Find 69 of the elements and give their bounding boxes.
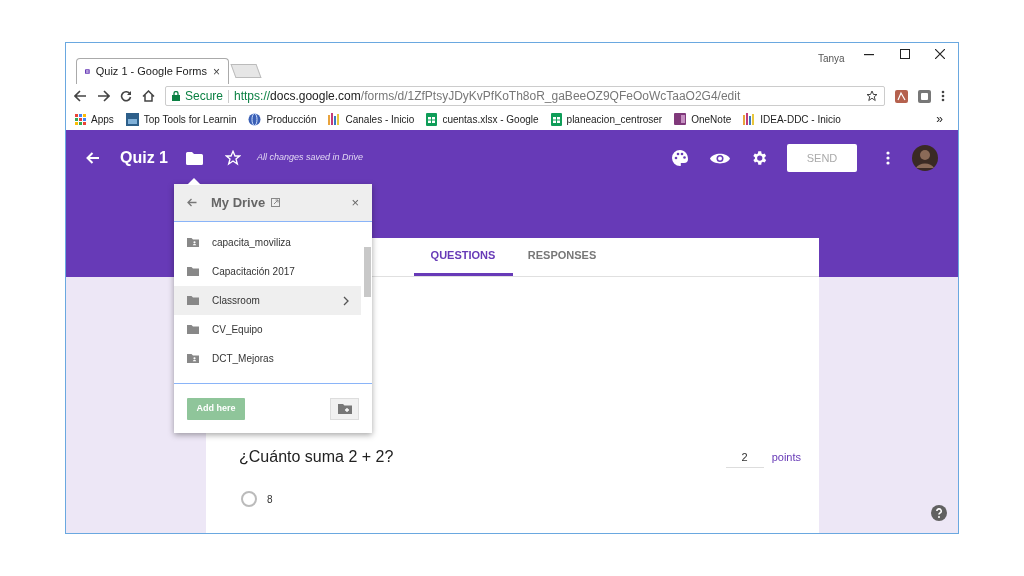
star-icon[interactable] [866, 90, 878, 102]
shared-folder-icon [187, 354, 199, 363]
maximize-icon[interactable] [900, 49, 910, 59]
more-bookmarks-button[interactable]: » [936, 110, 949, 128]
lock-icon [172, 91, 180, 101]
tab-close-button[interactable]: × [213, 62, 220, 81]
notebook-icon [674, 113, 687, 125]
browser-tab[interactable]: Quiz 1 - Google Forms × [76, 58, 229, 84]
forward-icon[interactable] [97, 90, 110, 102]
close-icon[interactable] [935, 49, 945, 59]
tab[interactable]: RESPONSES [512, 238, 612, 276]
shared-folder-icon [187, 238, 199, 247]
bar-chart-icon [743, 113, 756, 125]
help-icon[interactable] [931, 505, 947, 521]
more-icon[interactable] [886, 151, 890, 165]
reload-icon[interactable] [120, 90, 132, 102]
bookmark[interactable]: Producción [248, 111, 317, 127]
folder-item[interactable]: capacita_moviliza [174, 228, 361, 257]
minimize-icon[interactable] [864, 54, 874, 56]
tab-title: Quiz 1 - Google Forms [95, 64, 207, 80]
spreadsheet-icon [550, 112, 562, 126]
close-button[interactable]: × [351, 192, 359, 213]
new-folder-icon [337, 403, 352, 414]
avatar[interactable] [912, 145, 938, 171]
scrollbar[interactable] [364, 247, 371, 297]
profile-name[interactable]: Tanya [818, 51, 845, 66]
pdf-extension-icon[interactable] [895, 89, 908, 103]
option-label: 8 [267, 492, 273, 507]
menu-icon[interactable] [941, 90, 945, 102]
points-field[interactable]: 2 [725, 446, 764, 468]
address-bar[interactable]: Secure https://docs.google.com/forms/d/1ZfPtsyJDyKvPfKoTh8oR_gaBeeOZ9QFeOoWcTaaO2G4/edit [165, 86, 885, 106]
popup-pointer [187, 178, 201, 185]
chevron-right-icon [343, 295, 349, 306]
spreadsheet-icon [426, 112, 438, 126]
folder-item[interactable]: Classroom [174, 286, 361, 315]
secure-label: Secure [185, 88, 224, 105]
folder-item[interactable]: CV_Equipo [174, 315, 361, 344]
bookmark[interactable]: Apps [75, 111, 114, 127]
bookmark[interactable]: cuentas.xlsx - Google [426, 111, 539, 127]
folder-icon [187, 296, 199, 305]
bookmark[interactable]: Top Tools for Learnin [125, 111, 237, 127]
back-icon[interactable] [74, 90, 87, 102]
bookmark[interactable]: OneNote [674, 111, 732, 127]
home-icon[interactable] [142, 90, 155, 102]
bookmark[interactable]: planeacion_centroser [550, 111, 663, 127]
palette-icon[interactable] [672, 150, 688, 166]
form-title[interactable]: Quiz 1 [120, 146, 168, 170]
tab[interactable]: QUESTIONS [413, 238, 513, 276]
folder-icon [187, 267, 199, 276]
folder-item[interactable]: Capacitación 2017 [174, 257, 361, 286]
bookmark[interactable]: IDEA-DDC - Inicio [743, 111, 841, 127]
apps-grid-icon [75, 113, 86, 125]
eye-icon[interactable] [710, 151, 730, 165]
external-link-icon[interactable] [271, 198, 281, 207]
folder-item[interactable]: DCT_Mejoras [174, 344, 361, 373]
popup-title: My Drive [211, 193, 266, 212]
save-status: All changes saved in Drive [257, 151, 364, 165]
folder-icon [187, 325, 199, 334]
bar-chart-icon [328, 113, 341, 125]
globe-icon [248, 112, 262, 126]
new-folder-button[interactable] [330, 397, 359, 420]
thumbnail-icon [125, 112, 139, 126]
points-label: points [771, 449, 801, 465]
bookmark[interactable]: Canales - Inicio [328, 111, 415, 127]
folder-icon[interactable] [186, 151, 203, 165]
question-title[interactable]: ¿Cuánto suma 2 + 2? [239, 445, 726, 469]
radio-button[interactable] [241, 491, 257, 507]
url-text: https://docs.google.com/forms/d/1ZfPtsyJDyKvPfKoTh8oR_gaBeeOZ9QFeOoWcTaaO2G4/edit [234, 88, 742, 105]
extension-icon[interactable] [918, 89, 931, 103]
